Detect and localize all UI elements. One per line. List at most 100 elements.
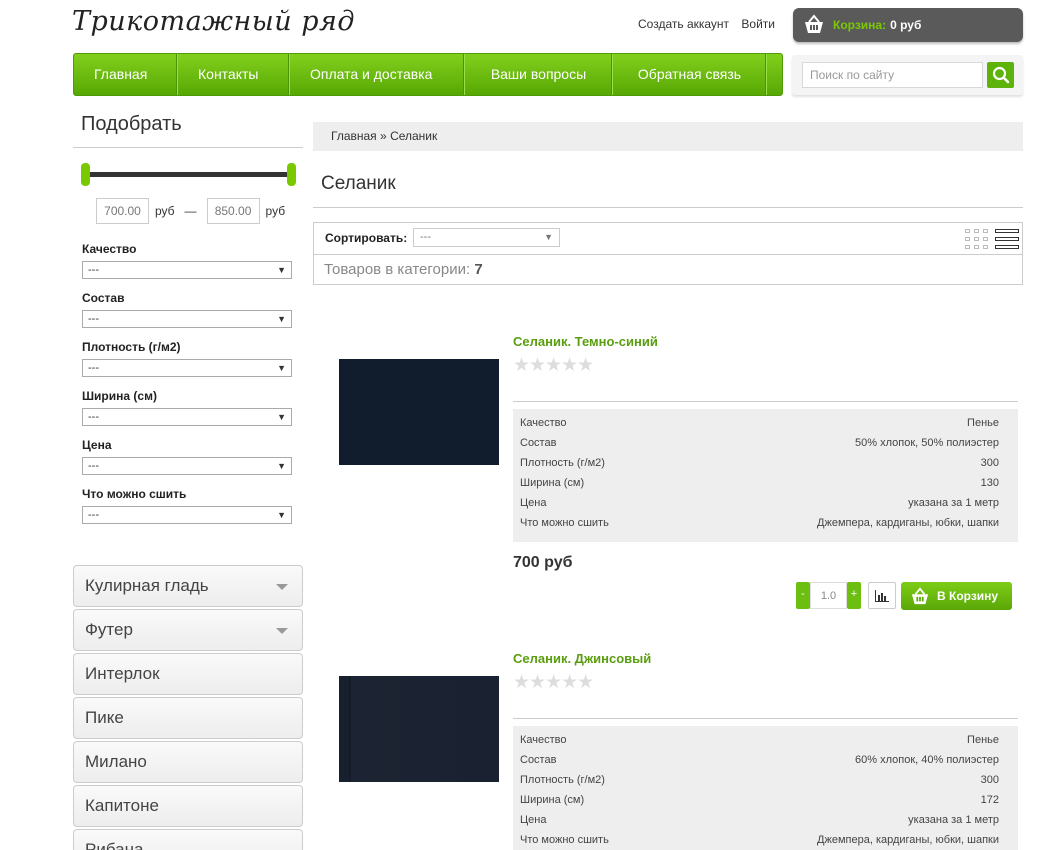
range-dash: — xyxy=(184,204,197,218)
filter-quality: Качество --- ▼ xyxy=(82,242,292,279)
price-min-input[interactable] xyxy=(96,198,149,224)
product-name-link[interactable]: Селаник. Джинсовый xyxy=(513,651,651,666)
cart-label: Корзина: xyxy=(833,18,887,32)
filter-quality-select[interactable]: --- ▼ xyxy=(82,261,292,279)
filter-label: Состав xyxy=(82,291,125,305)
cart-value: 0 руб xyxy=(890,18,922,32)
dropdown-arrow-icon: ▼ xyxy=(277,314,286,324)
search-button[interactable] xyxy=(987,62,1014,88)
category-item[interactable]: Пике xyxy=(73,697,303,739)
product-attributes: Качество Пенье Состав 50% хлопок, 50% поли… xyxy=(513,409,1018,542)
dropdown-arrow-icon: ▼ xyxy=(544,232,553,242)
basket-icon xyxy=(805,14,823,33)
currency-label: руб xyxy=(155,204,175,218)
sort-select[interactable]: --- ▼ xyxy=(413,228,560,247)
filter-label: Плотность (г/м2) xyxy=(82,340,181,354)
category-item[interactable]: Капитоне xyxy=(73,785,303,827)
price-slider-max-handle[interactable] xyxy=(287,163,296,186)
breadcrumb-separator: » xyxy=(380,129,387,143)
main-nav: Главная Контакты Оплата и доставка Ваши … xyxy=(73,53,783,96)
rating-stars[interactable]: ★★★★★ xyxy=(513,354,594,377)
divider xyxy=(513,401,1018,402)
qty-input[interactable] xyxy=(810,582,847,609)
login-link[interactable]: Войти xyxy=(741,17,775,31)
dropdown-arrow-icon: ▼ xyxy=(277,461,286,471)
cart-widget[interactable]: Корзина: 0 руб xyxy=(793,8,1023,42)
category-item[interactable]: Рибана xyxy=(73,829,303,850)
filter-sew-select[interactable]: --- ▼ xyxy=(82,506,292,524)
search-input[interactable] xyxy=(802,62,983,88)
divider xyxy=(313,207,1023,208)
page-title: Селаник xyxy=(321,173,396,194)
product-count-value: 7 xyxy=(474,261,483,278)
price-max-input[interactable] xyxy=(206,198,260,224)
filter-label: Ширина (см) xyxy=(82,389,157,403)
attribute-row: Цена указана за 1 метр xyxy=(520,814,999,826)
product-price: 700 руб xyxy=(513,554,573,571)
dropdown-arrow-icon: ▼ xyxy=(277,265,286,275)
category-item[interactable]: Футер xyxy=(73,609,303,651)
grid-view-icon[interactable] xyxy=(965,229,989,249)
filter-width-select[interactable]: --- ▼ xyxy=(82,408,292,426)
nav-item-home[interactable]: Главная xyxy=(74,54,178,95)
nav-item-feedback[interactable]: Обратная связь xyxy=(613,54,767,95)
basket-icon xyxy=(911,587,929,605)
attribute-row: Состав 50% хлопок, 50% полиэстер xyxy=(520,437,999,449)
nav-item-payment-delivery[interactable]: Оплата и доставка xyxy=(290,54,465,95)
divider xyxy=(513,718,1018,719)
attribute-row: Ширина (см) 172 xyxy=(520,794,999,806)
filter-composition-select[interactable]: --- ▼ xyxy=(82,310,292,328)
attribute-row: Состав 60% хлопок, 40% полиэстер xyxy=(520,754,999,766)
filter-density: Плотность (г/м2) --- ▼ xyxy=(82,340,292,377)
quantity-stepper: - + xyxy=(796,582,861,609)
add-to-cart-button[interactable]: В Корзину xyxy=(901,582,1012,610)
compare-button[interactable] xyxy=(868,582,896,609)
attribute-row: Ширина (см) 130 xyxy=(520,477,999,489)
product-count: Товаров в категории: 7 xyxy=(324,261,483,278)
rating-stars[interactable]: ★★★★★ xyxy=(513,671,594,694)
listing-toolbar: Сортировать: --- ▼ Товаров в категории: 7 xyxy=(313,222,1023,285)
attribute-row: Плотность (г/м2) 300 xyxy=(520,774,999,786)
breadcrumb-home[interactable]: Главная xyxy=(331,129,377,143)
filter-sew: Что можно сшить --- ▼ xyxy=(82,487,292,524)
attribute-row: Цена указана за 1 метр xyxy=(520,497,999,509)
price-range-inputs: руб — руб xyxy=(96,198,295,224)
filter-title: Подобрать xyxy=(81,113,182,135)
category-item[interactable]: Интерлок xyxy=(73,653,303,695)
chevron-down-icon[interactable] xyxy=(276,628,288,634)
breadcrumb-current: Селаник xyxy=(390,129,438,143)
product-image[interactable] xyxy=(339,359,499,465)
product-attributes: Качество Пенье Состав 60% хлопок, 40% поли… xyxy=(513,726,1018,850)
dropdown-arrow-icon: ▼ xyxy=(277,510,286,520)
chart-icon xyxy=(875,589,889,602)
attribute-row: Что можно сшить Джемпера, кардиганы, юбки… xyxy=(520,834,999,846)
site-logo[interactable]: Трикотажный ряд xyxy=(72,6,355,37)
product-image[interactable] xyxy=(339,676,499,782)
list-view-icon[interactable] xyxy=(995,229,1019,250)
filter-label: Качество xyxy=(82,242,137,256)
product-name-link[interactable]: Селаник. Темно-синий xyxy=(513,334,658,349)
dropdown-arrow-icon: ▼ xyxy=(277,412,286,422)
create-account-link[interactable]: Создать аккаунт xyxy=(638,17,729,31)
attribute-row: Что можно сшить Джемпера, кардиганы, юбки… xyxy=(520,517,999,529)
filter-composition: Состав --- ▼ xyxy=(82,291,292,328)
price-slider-min-handle[interactable] xyxy=(81,163,90,186)
add-to-cart-label: В Корзину xyxy=(937,589,999,603)
category-item[interactable]: Милано xyxy=(73,741,303,783)
currency-label: руб xyxy=(265,204,286,218)
qty-plus-button[interactable]: + xyxy=(847,582,861,609)
nav-item-contacts[interactable]: Контакты xyxy=(178,54,290,95)
filter-width: Ширина (см) --- ▼ xyxy=(82,389,292,426)
filter-label: Что можно сшить xyxy=(82,487,187,501)
category-item[interactable]: Кулирная гладь xyxy=(73,565,303,607)
filter-density-select[interactable]: --- ▼ xyxy=(82,359,292,377)
filter-price-select[interactable]: --- ▼ xyxy=(82,457,292,475)
nav-item-questions[interactable]: Ваши вопросы xyxy=(465,54,613,95)
top-links: Создать аккаунт Войти xyxy=(638,17,784,31)
price-slider-track[interactable] xyxy=(86,172,291,177)
sort-label: Сортировать: xyxy=(325,231,408,245)
filter-price: Цена --- ▼ xyxy=(82,438,292,475)
chevron-down-icon[interactable] xyxy=(276,584,288,590)
qty-minus-button[interactable]: - xyxy=(796,582,810,609)
attribute-row: Плотность (г/м2) 300 xyxy=(520,457,999,469)
